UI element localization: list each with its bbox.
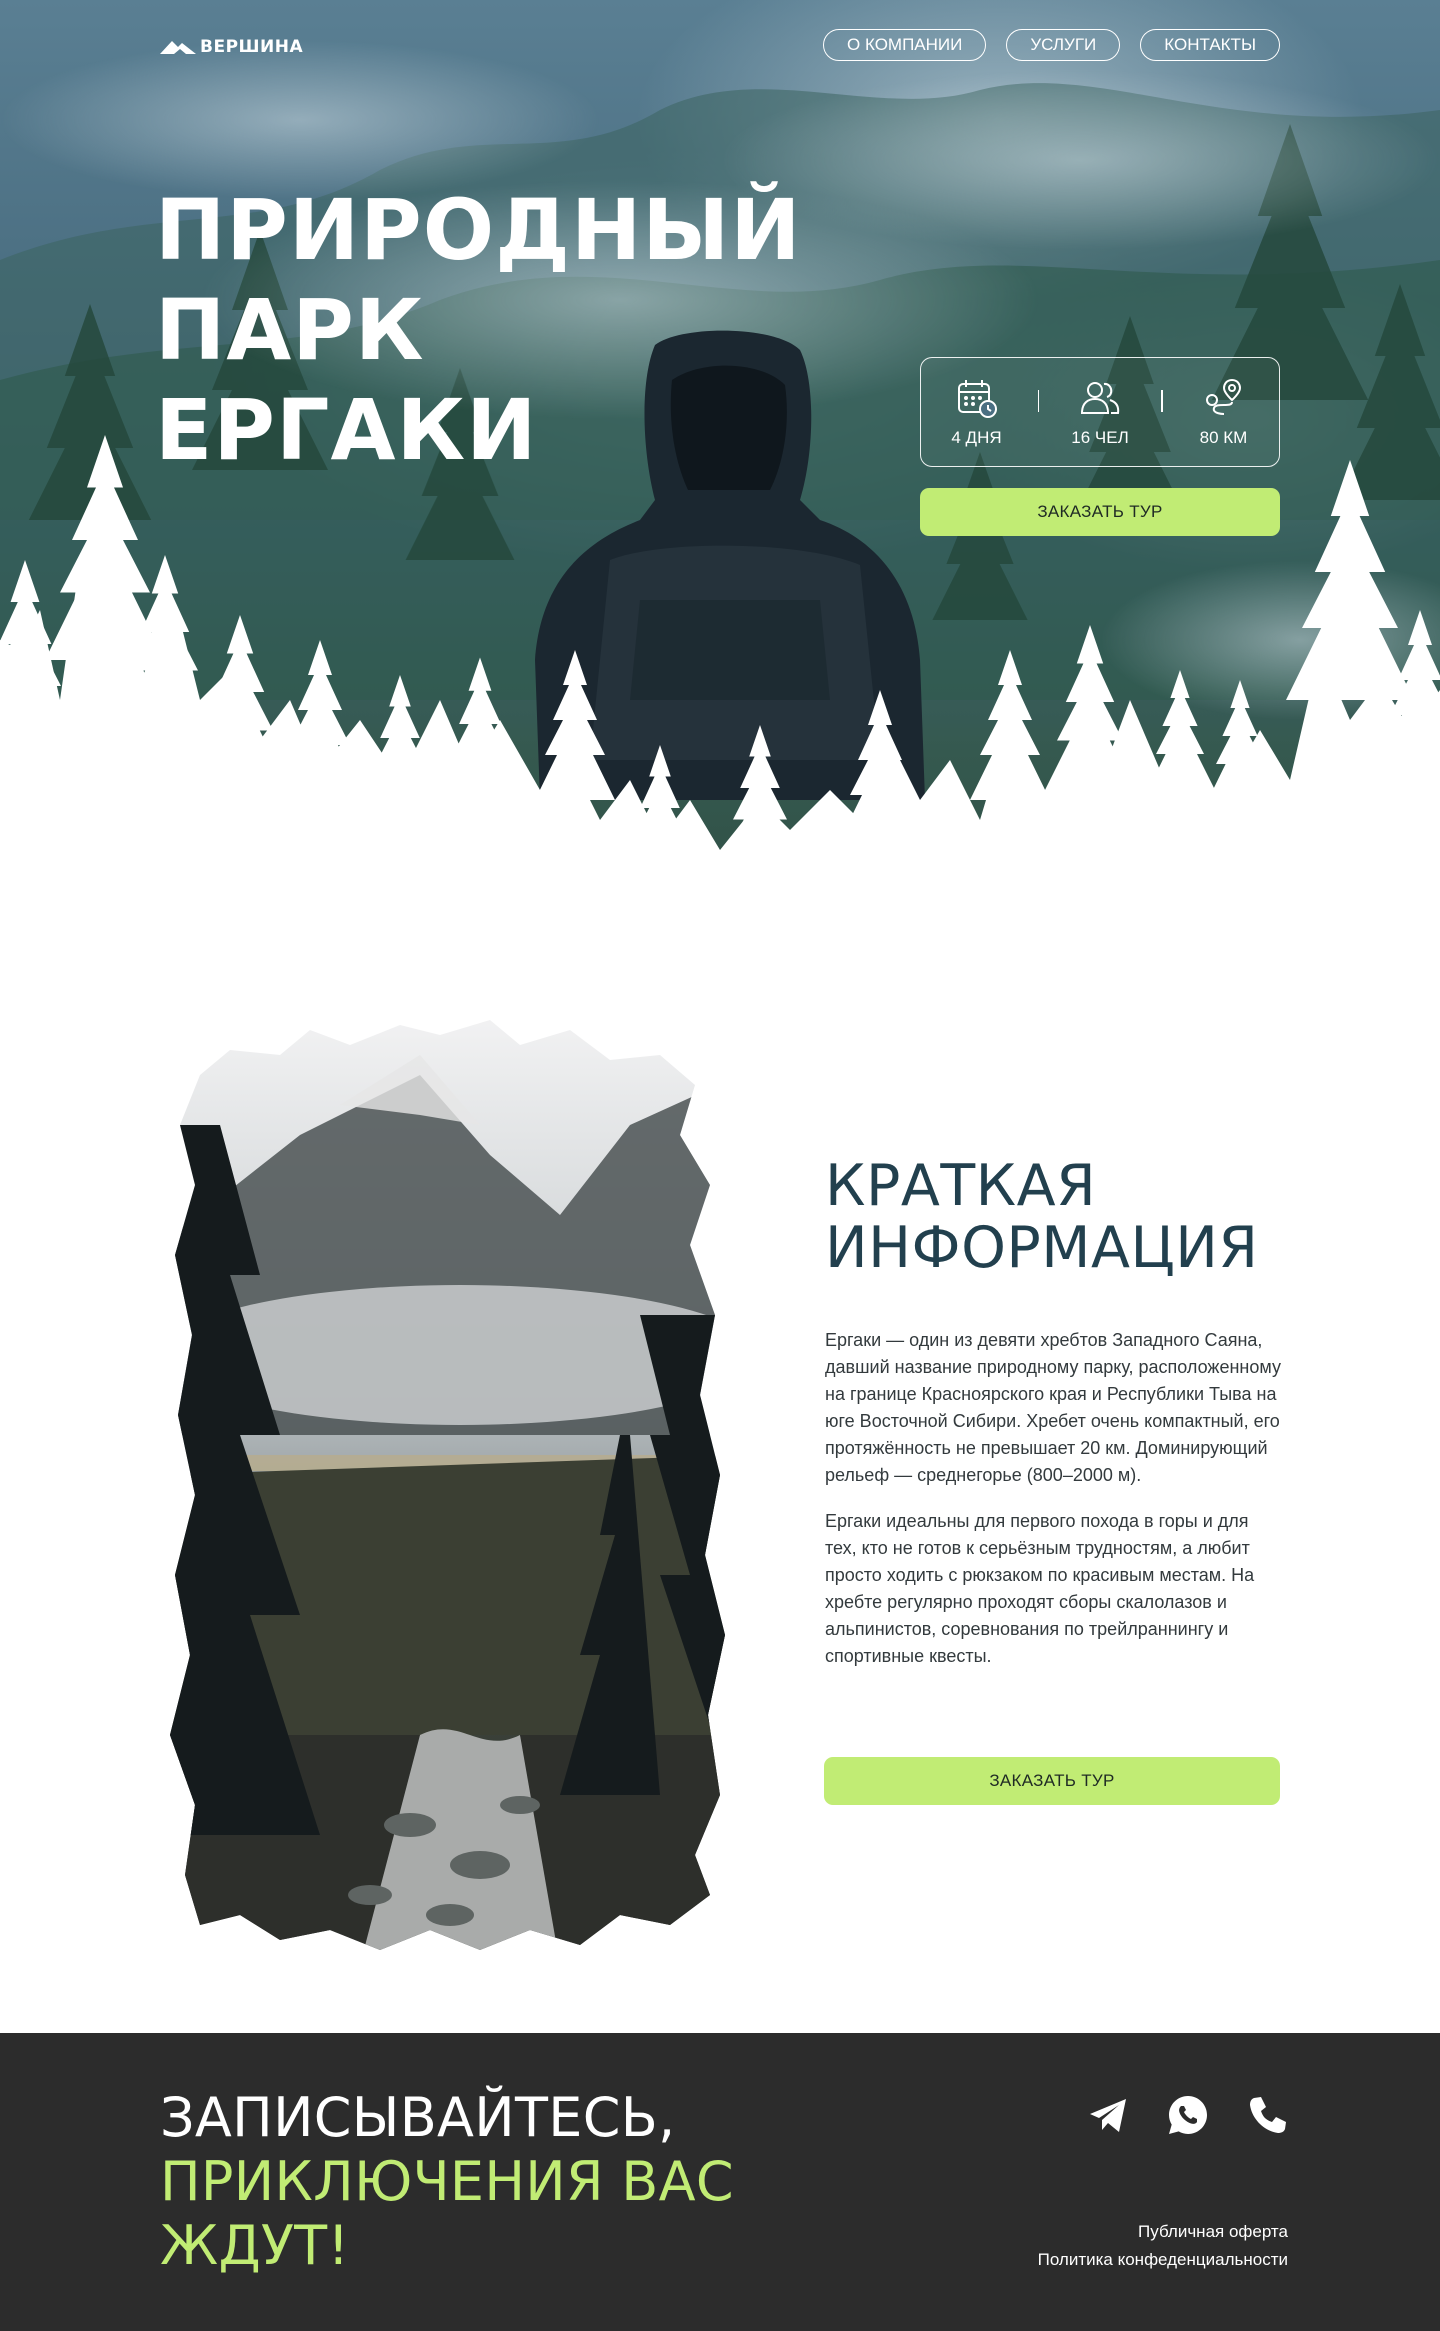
public-offer-link[interactable]: Публичная оферта xyxy=(1038,2218,1288,2246)
nav-contacts-button[interactable]: КОНТАКТЫ xyxy=(1140,29,1280,61)
tour-stats-panel: 4 ДНЯ 16 ЧЕЛ 80 КМ xyxy=(920,357,1280,467)
stat-duration-label: 4 ДНЯ xyxy=(951,428,1002,447)
mountain-icon xyxy=(160,41,196,54)
footer: ЗАПИСЫВАЙТЕСЬ, ПРИКЛЮЧЕНИЯ ВАС ЖДУТ! Пуб… xyxy=(0,2033,1440,2331)
info-title-line: ИНФОРМАЦИЯ xyxy=(825,1215,1259,1281)
info-paragraph: Ергаки идеальны для первого похода в гор… xyxy=(825,1511,1255,1666)
info-text: Ергаки — один из девяти хребтов Западног… xyxy=(825,1327,1285,1689)
brand-name: ВЕРШИНА xyxy=(200,37,304,57)
social-links xyxy=(1086,2093,1290,2137)
info-paragraph: Ергаки — один из девяти хребтов Западног… xyxy=(825,1330,1281,1485)
order-tour-button[interactable]: ЗАКАЗАТЬ ТУР xyxy=(920,488,1280,536)
calendar-clock-icon xyxy=(957,380,997,418)
nav-about-button[interactable]: О КОМПАНИИ xyxy=(823,29,987,61)
stat-group-size: 16 ЧЕЛ xyxy=(1050,376,1150,448)
hero-section: ВЕРШИНА О КОМПАНИИ УСЛУГИ КОНТАКТЫ ПРИРО… xyxy=(0,0,1440,940)
hero-title-line: ПАРК xyxy=(155,281,425,379)
whatsapp-icon[interactable] xyxy=(1166,2093,1210,2137)
telegram-icon[interactable] xyxy=(1086,2093,1130,2137)
stat-group-size-label: 16 ЧЕЛ xyxy=(1071,428,1129,447)
info-title: КРАТКАЯ ИНФОРМАЦИЯ xyxy=(825,1155,1325,1279)
phone-icon[interactable] xyxy=(1246,2093,1290,2137)
stat-distance-label: 80 КМ xyxy=(1199,428,1248,447)
footer-title: ЗАПИСЫВАЙТЕСЬ, ПРИКЛЮЧЕНИЯ ВАС ЖДУТ! xyxy=(160,2086,734,2278)
footer-title-line: ЗАПИСЫВАЙТЕСЬ, xyxy=(160,2086,676,2149)
privacy-policy-link[interactable]: Политика конфеденциальности xyxy=(1038,2246,1288,2274)
footer-title-line-accent: ПРИКЛЮЧЕНИЯ ВАС xyxy=(160,2150,734,2213)
stat-divider xyxy=(1037,390,1039,412)
hero-title: ПРИРОДНЫЙ ПАРК ЕРГАКИ xyxy=(155,180,855,480)
info-title-line: КРАТКАЯ xyxy=(825,1153,1097,1219)
stat-divider xyxy=(1161,390,1163,412)
footer-title-line-accent: ЖДУТ! xyxy=(160,2214,350,2277)
nav-services-button[interactable]: УСЛУГИ xyxy=(1006,29,1121,61)
main-nav: О КОМПАНИИ УСЛУГИ КОНТАКТЫ xyxy=(823,29,1280,61)
stat-duration: 4 ДНЯ xyxy=(927,376,1027,448)
route-icon xyxy=(1205,378,1241,415)
hero-title-line: ПРИРОДНЫЙ xyxy=(155,181,802,279)
legal-links: Публичная оферта Политика конфеденциальн… xyxy=(1038,2218,1288,2274)
valley-river-image xyxy=(170,1020,725,1950)
hero-title-line: ЕРГАКИ xyxy=(155,381,538,479)
stat-distance: 80 КМ xyxy=(1174,376,1274,448)
brand-logo[interactable]: ВЕРШИНА xyxy=(160,34,303,60)
order-tour-button-info[interactable]: ЗАКАЗАТЬ ТУР xyxy=(824,1757,1280,1805)
group-icon xyxy=(1080,382,1120,414)
